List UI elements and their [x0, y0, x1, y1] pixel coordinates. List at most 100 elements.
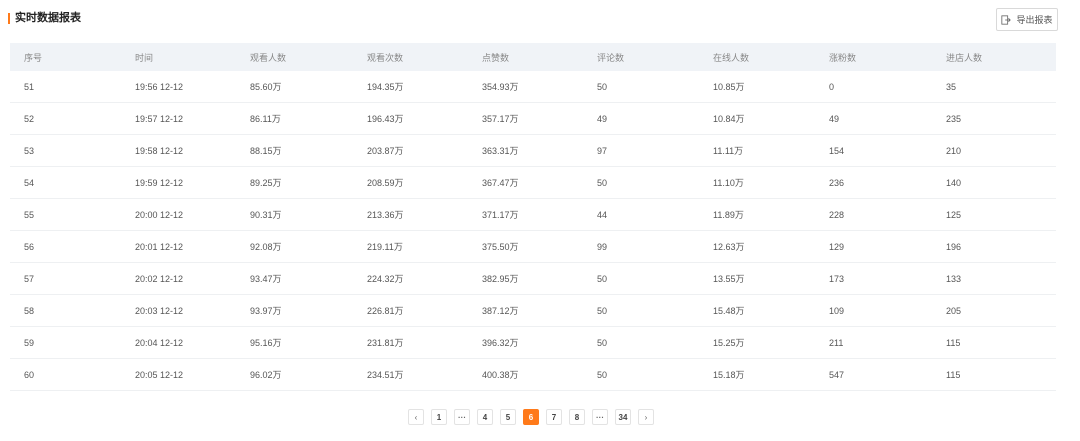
page-button[interactable]: 34 — [615, 409, 631, 425]
table-cell: 88.15万 — [250, 146, 282, 156]
table-cell: 49 — [597, 113, 608, 124]
pagination: ‹ 1 ··· 4 5 6 7 8 ··· 34 › — [408, 409, 661, 425]
page-button[interactable]: 5 — [500, 409, 516, 425]
table-cell: 20:01 12-12 — [135, 241, 184, 252]
table-cell: 15.48万 — [713, 306, 745, 316]
page-button[interactable]: 7 — [546, 409, 562, 425]
table-row: 51 19:56 12-12 85.60万 194.35万 354.93万 50 10.85… — [10, 71, 1056, 103]
table-cell: 52 — [24, 113, 35, 124]
table-cell: 35 — [946, 81, 957, 92]
table-cell: 371.17万 — [482, 210, 519, 220]
table-cell: 19:57 12-12 — [135, 113, 184, 124]
table-cell: 59 — [24, 337, 35, 348]
table-cell: 96.02万 — [250, 370, 282, 380]
table-cell: 92.08万 — [250, 242, 282, 252]
table-cell: 50 — [597, 337, 608, 348]
table-cell: 0 — [829, 81, 835, 92]
report-header: 实时数据报表 导出报表 — [8, 8, 1058, 32]
table-cell: 140 — [946, 177, 962, 188]
table-cell: 203.87万 — [367, 146, 404, 156]
table-cell: 50 — [597, 273, 608, 284]
table-row: 56 20:01 12-12 92.08万 219.11万 375.50万 99 12.63… — [10, 231, 1056, 263]
table-cell: 20:03 12-12 — [135, 305, 184, 316]
data-table: 序号 时间 观看人数 观看次数 点赞数 评论数 在线人数 涨粉数 进店人数 51 19:56 12… — [10, 43, 1056, 391]
table-cell: 224.32万 — [367, 274, 404, 284]
table-cell: 13.55万 — [713, 274, 745, 284]
table-cell: 208.59万 — [367, 178, 404, 188]
table-cell: 194.35万 — [367, 82, 404, 92]
table-cell: 93.47万 — [250, 274, 282, 284]
table-cell: 20:00 12-12 — [135, 209, 184, 220]
column-header: 点赞数 — [482, 52, 510, 63]
table-cell: 196.43万 — [367, 114, 404, 124]
table-cell: 129 — [829, 241, 845, 252]
table-cell: 12.63万 — [713, 242, 745, 252]
table-row: 52 19:57 12-12 86.11万 196.43万 357.17万 49 10.84… — [10, 103, 1056, 135]
export-report-label: 导出报表 — [1016, 15, 1053, 25]
table-cell: 547 — [829, 369, 845, 380]
table-cell: 10.85万 — [713, 82, 745, 92]
table-cell: 400.38万 — [482, 370, 519, 380]
title-wrap: 实时数据报表 — [8, 12, 81, 24]
table-row: 54 19:59 12-12 89.25万 208.59万 367.47万 50 11.10… — [10, 167, 1056, 199]
table-row: 58 20:03 12-12 93.97万 226.81万 387.12万 50 15.48… — [10, 295, 1056, 327]
page-button[interactable]: 8 — [569, 409, 585, 425]
table-cell: 387.12万 — [482, 306, 519, 316]
table-row: 59 20:04 12-12 95.16万 231.81万 396.32万 50 15.25… — [10, 327, 1056, 359]
table-cell: 90.31万 — [250, 210, 282, 220]
table-cell: 20:02 12-12 — [135, 273, 184, 284]
table-cell: 44 — [597, 209, 608, 220]
export-report-button[interactable]: 导出报表 — [996, 8, 1058, 31]
table-cell: 173 — [829, 273, 845, 284]
table-cell: 50 — [597, 81, 608, 92]
table-cell: 55 — [24, 209, 35, 220]
column-header: 涨粉数 — [829, 52, 857, 63]
page-button[interactable]: 4 — [477, 409, 493, 425]
page-title: 实时数据报表 — [15, 12, 81, 24]
table-cell: 109 — [829, 305, 845, 316]
table-cell: 50 — [597, 177, 608, 188]
table-cell: 363.31万 — [482, 146, 519, 156]
table-cell: 396.32万 — [482, 338, 519, 348]
table-cell: 219.11万 — [367, 242, 403, 252]
table-cell: 95.16万 — [250, 338, 282, 348]
page-ellipsis[interactable]: ··· — [592, 409, 608, 425]
table-cell: 15.18万 — [713, 370, 745, 380]
table-cell: 58 — [24, 305, 35, 316]
table-row: 55 20:00 12-12 90.31万 213.36万 371.17万 44 11.89… — [10, 199, 1056, 231]
next-page-button[interactable]: › — [638, 409, 654, 425]
table-cell: 53 — [24, 145, 35, 156]
table-cell: 211 — [829, 337, 844, 348]
table-cell: 133 — [946, 273, 962, 284]
column-header: 评论数 — [597, 52, 625, 63]
column-header: 观看次数 — [367, 52, 404, 63]
table-cell: 93.97万 — [250, 306, 282, 316]
table-cell: 235 — [946, 113, 962, 124]
table-cell: 11.10万 — [713, 178, 744, 188]
table-cell: 228 — [829, 209, 845, 220]
table-header: 序号 时间 观看人数 观看次数 点赞数 评论数 在线人数 涨粉数 进店人数 — [10, 43, 1056, 71]
column-header: 在线人数 — [713, 52, 750, 63]
table-cell: 56 — [24, 241, 35, 252]
page-button[interactable]: 1 — [431, 409, 447, 425]
column-header: 序号 — [24, 52, 43, 63]
page-ellipsis[interactable]: ··· — [454, 409, 470, 425]
table-cell: 86.11万 — [250, 114, 281, 124]
column-header: 进店人数 — [946, 52, 983, 63]
table-cell: 154 — [829, 145, 845, 156]
prev-page-button[interactable]: ‹ — [408, 409, 424, 425]
table-cell: 15.25万 — [713, 338, 745, 348]
table-cell: 231.81万 — [367, 338, 404, 348]
table-cell: 236 — [829, 177, 845, 188]
table-cell: 50 — [597, 369, 608, 380]
table-cell: 234.51万 — [367, 370, 404, 380]
table-cell: 97 — [597, 145, 608, 156]
table-cell: 115 — [946, 369, 961, 380]
table-cell: 125 — [946, 209, 962, 220]
table-cell: 10.84万 — [713, 114, 745, 124]
table-cell: 226.81万 — [367, 306, 404, 316]
page-button[interactable]: 6 — [523, 409, 539, 425]
column-header: 时间 — [135, 52, 154, 63]
table-cell: 354.93万 — [482, 82, 519, 92]
table-row: 53 19:58 12-12 88.15万 203.87万 363.31万 97 11.11… — [10, 135, 1056, 167]
